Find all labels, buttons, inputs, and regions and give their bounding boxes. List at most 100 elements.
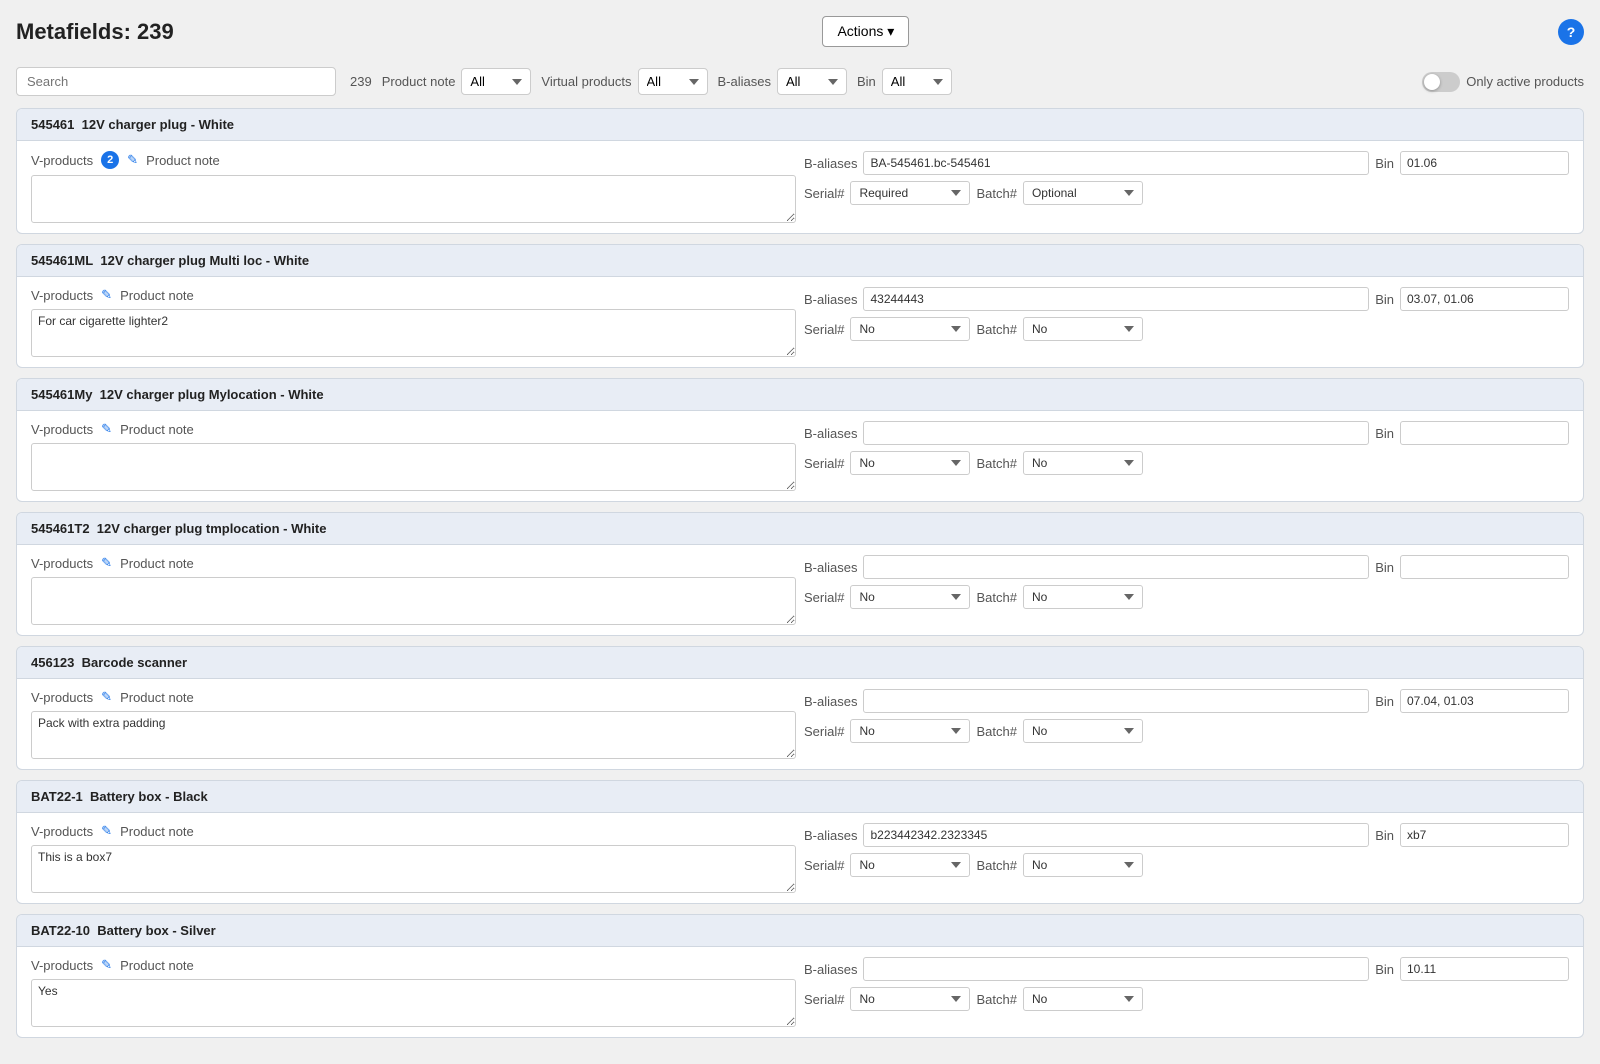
- left-col: V-products ✎ Product note: [31, 421, 796, 491]
- right-field-group: B-aliases Bin Serial# NoRequiredOptional…: [804, 689, 1569, 743]
- b-aliases-input[interactable]: [863, 151, 1369, 175]
- batch-select[interactable]: NoRequiredOptional: [1023, 451, 1143, 475]
- right-col: B-aliases Bin Serial# NoRequiredOptional…: [804, 421, 1569, 491]
- product-note-textarea[interactable]: [31, 443, 796, 491]
- b-aliases-row: B-aliases Bin: [804, 151, 1569, 175]
- serial-batch-row: Serial# NoRequiredOptional Batch# NoRequ…: [804, 585, 1569, 609]
- product-note-textarea[interactable]: [31, 577, 796, 625]
- serial-batch-row: Serial# NoRequiredOptional Batch# NoRequ…: [804, 719, 1569, 743]
- product-header: 545461My 12V charger plug Mylocation - W…: [17, 379, 1583, 411]
- batch-label: Batch#: [976, 186, 1016, 201]
- product-note-textarea[interactable]: Pack with extra padding: [31, 711, 796, 759]
- v-products-label: V-products: [31, 690, 93, 705]
- b-aliases-filter-label: B-aliases: [718, 74, 771, 89]
- serial-select[interactable]: NoRequiredOptional: [850, 585, 970, 609]
- b-aliases-select[interactable]: All: [777, 68, 847, 95]
- v-products-label: V-products: [31, 288, 93, 303]
- serial-select[interactable]: NoRequiredOptional: [850, 181, 970, 205]
- v-products-row: V-products ✎ Product note: [31, 555, 796, 571]
- product-note-textarea[interactable]: For car cigarette lighter2: [31, 309, 796, 357]
- batch-select[interactable]: NoRequiredOptional: [1023, 585, 1143, 609]
- product-header: BAT22-1 Battery box - Black: [17, 781, 1583, 813]
- b-aliases-row: B-aliases Bin: [804, 823, 1569, 847]
- bin-select[interactable]: All: [882, 68, 952, 95]
- bin-input[interactable]: [1400, 957, 1569, 981]
- b-aliases-label: B-aliases: [804, 560, 857, 575]
- left-col: V-products ✎ Product note Pack with extr…: [31, 689, 796, 759]
- product-note-filter: Product note All: [382, 68, 532, 95]
- bin-label: Bin: [1375, 828, 1394, 843]
- bin-input[interactable]: [1400, 287, 1569, 311]
- product-card: 545461 12V charger plug - White V-produc…: [16, 108, 1584, 234]
- virtual-products-select[interactable]: All: [638, 68, 708, 95]
- product-note-edit-icon[interactable]: ✎: [101, 555, 112, 571]
- serial-label: Serial#: [804, 992, 844, 1007]
- product-note-edit-icon[interactable]: ✎: [101, 287, 112, 303]
- right-col: B-aliases Bin Serial# NoRequiredOptional…: [804, 823, 1569, 893]
- v-products-label: V-products: [31, 556, 93, 571]
- batch-label: Batch#: [976, 724, 1016, 739]
- v-products-row: V-products ✎ Product note: [31, 957, 796, 973]
- active-products-toggle[interactable]: [1422, 72, 1460, 92]
- product-card: BAT22-1 Battery box - Black V-products ✎…: [16, 780, 1584, 904]
- product-note-textarea[interactable]: [31, 175, 796, 223]
- product-note-label: Product note: [120, 556, 194, 571]
- right-col: B-aliases Bin Serial# NoRequiredOptional…: [804, 555, 1569, 625]
- serial-select[interactable]: NoRequiredOptional: [850, 853, 970, 877]
- product-note-edit-icon[interactable]: ✎: [127, 152, 138, 168]
- product-note-edit-icon[interactable]: ✎: [101, 421, 112, 437]
- batch-label: Batch#: [976, 322, 1016, 337]
- product-body: V-products ✎ Product note This is a box7…: [17, 813, 1583, 903]
- batch-select[interactable]: NoRequiredOptional: [1023, 853, 1143, 877]
- product-card: 545461T2 12V charger plug tmplocation - …: [16, 512, 1584, 636]
- search-input[interactable]: [16, 67, 336, 96]
- bin-filter-label: Bin: [857, 74, 876, 89]
- help-icon[interactable]: ?: [1558, 19, 1584, 45]
- product-note-textarea[interactable]: Yes: [31, 979, 796, 1027]
- b-aliases-label: B-aliases: [804, 694, 857, 709]
- batch-select[interactable]: NoRequiredOptional: [1023, 181, 1143, 205]
- product-note-label: Product note: [120, 690, 194, 705]
- batch-label: Batch#: [976, 590, 1016, 605]
- serial-label: Serial#: [804, 322, 844, 337]
- bin-input[interactable]: [1400, 823, 1569, 847]
- product-note-edit-icon[interactable]: ✎: [101, 689, 112, 705]
- product-body: V-products ✎ Product note For car cigare…: [17, 277, 1583, 367]
- product-note-edit-icon[interactable]: ✎: [101, 957, 112, 973]
- v-products-row: V-products ✎ Product note: [31, 823, 796, 839]
- bin-input[interactable]: [1400, 421, 1569, 445]
- product-body: V-products ✎ Product note B-aliases Bin: [17, 411, 1583, 501]
- bin-input[interactable]: [1400, 151, 1569, 175]
- product-card: 456123 Barcode scanner V-products ✎ Prod…: [16, 646, 1584, 770]
- serial-label: Serial#: [804, 590, 844, 605]
- right-field-group: B-aliases Bin Serial# NoRequiredOptional…: [804, 421, 1569, 475]
- serial-select[interactable]: NoRequiredOptional: [850, 719, 970, 743]
- actions-button[interactable]: Actions ▾: [822, 16, 909, 47]
- product-note-edit-icon[interactable]: ✎: [101, 823, 112, 839]
- serial-select[interactable]: NoRequiredOptional: [850, 317, 970, 341]
- bin-label: Bin: [1375, 962, 1394, 977]
- product-body: V-products 2 ✎ Product note B-aliases Bi…: [17, 141, 1583, 233]
- b-aliases-row: B-aliases Bin: [804, 957, 1569, 981]
- serial-select[interactable]: NoRequiredOptional: [850, 451, 970, 475]
- toggle-knob: [1424, 74, 1440, 90]
- b-aliases-input[interactable]: [863, 957, 1369, 981]
- right-col: B-aliases Bin Serial# NoRequiredOptional…: [804, 689, 1569, 759]
- product-note-label: Product note: [120, 422, 194, 437]
- product-note-select[interactable]: All: [461, 68, 531, 95]
- b-aliases-input[interactable]: [863, 421, 1369, 445]
- b-aliases-input[interactable]: [863, 287, 1369, 311]
- b-aliases-input[interactable]: [863, 823, 1369, 847]
- product-note-textarea[interactable]: This is a box7: [31, 845, 796, 893]
- virtual-products-label: Virtual products: [541, 74, 631, 89]
- left-col: V-products ✎ Product note This is a box7: [31, 823, 796, 893]
- b-aliases-input[interactable]: [863, 555, 1369, 579]
- bin-input[interactable]: [1400, 555, 1569, 579]
- batch-select[interactable]: NoRequiredOptional: [1023, 317, 1143, 341]
- batch-select[interactable]: NoRequiredOptional: [1023, 719, 1143, 743]
- bin-input[interactable]: [1400, 689, 1569, 713]
- serial-select[interactable]: NoRequiredOptional: [850, 987, 970, 1011]
- b-aliases-input[interactable]: [863, 689, 1369, 713]
- batch-select[interactable]: NoRequiredOptional: [1023, 987, 1143, 1011]
- product-header: 456123 Barcode scanner: [17, 647, 1583, 679]
